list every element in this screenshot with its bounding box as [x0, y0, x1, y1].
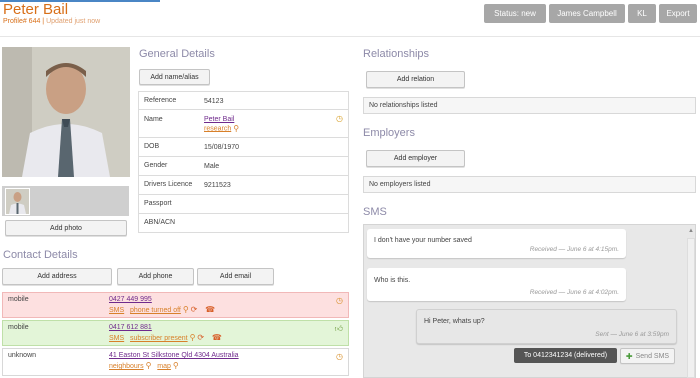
add-address-button[interactable]: Add address	[2, 268, 112, 285]
sms-link[interactable]: SMS	[109, 335, 124, 342]
person-name: Peter Bail	[3, 1, 69, 18]
passport-row: Passport	[138, 195, 349, 214]
assignee-button[interactable]: James Campbell	[549, 4, 625, 23]
general-details-heading: General Details	[139, 48, 215, 60]
contact-item-mobile-2: mobile 0417 612 881 SMS subscriber prese…	[2, 320, 349, 346]
contact-item-address: unknown 41 Easton St Silkstone Qld 4304 …	[2, 348, 349, 376]
updated-text: Updated just now	[46, 18, 101, 25]
neighbours-link[interactable]: neighbours	[109, 363, 144, 370]
add-relation-button[interactable]: Add relation	[366, 71, 465, 88]
scroll-track[interactable]	[687, 238, 695, 378]
address-link[interactable]: 41 Easton St Silkstone Qld 4304 Australi…	[109, 352, 239, 359]
employers-empty: No employers listed	[369, 181, 431, 188]
send-sms-button[interactable]: ✚ Send SMS	[620, 348, 675, 364]
relationships-panel: No relationships listed	[363, 97, 696, 114]
sms-scrollbar[interactable]: ▲	[687, 228, 695, 378]
reference-value: 54123	[204, 98, 224, 105]
contact-item-mobile-1: mobile 0427 449 995 SMS phone turned off…	[2, 292, 349, 318]
search-icon[interactable]: ⚲	[183, 305, 189, 315]
scroll-up-icon[interactable]: ▲	[688, 228, 694, 234]
phone-icon[interactable]: ☎	[205, 305, 215, 315]
phone-number-link[interactable]: 0417 612 881	[109, 324, 152, 331]
profile-id: Profile# 644	[3, 18, 41, 25]
sms-message-sent: Hi Peter, whats up? Sent — June 6 at 3:5…	[416, 309, 677, 344]
map-link[interactable]: map	[157, 363, 171, 370]
search-icon[interactable]: ⚲	[190, 333, 196, 343]
add-phone-button[interactable]: Add phone	[117, 268, 194, 285]
clock-icon[interactable]: ◷	[336, 114, 343, 123]
name-research-link[interactable]: research	[204, 125, 231, 132]
phone-icon[interactable]: ☎	[212, 333, 222, 343]
sms-link[interactable]: SMS	[109, 307, 124, 314]
phone-note-link[interactable]: subscriber present	[130, 335, 188, 342]
refresh-icon[interactable]: ⟳	[191, 305, 198, 315]
dob-value: 15/08/1970	[204, 144, 240, 151]
employers-heading: Employers	[363, 127, 415, 139]
contact-details-heading: Contact Details	[3, 249, 78, 261]
phone-number-link[interactable]: 0427 449 995	[109, 296, 152, 303]
sms-message-received: I don't have your number saved Received …	[367, 229, 626, 258]
send-icon: ✚	[625, 351, 633, 361]
add-employer-button[interactable]: Add employer	[366, 150, 465, 167]
sms-heading: SMS	[363, 206, 387, 218]
sms-message-received: Who is this. Received — June 6 at 4:02pm…	[367, 268, 626, 301]
relationships-heading: Relationships	[363, 48, 430, 60]
name-value-link[interactable]: Peter Bail	[204, 116, 234, 123]
export-button[interactable]: Export	[659, 4, 697, 23]
clock-icon[interactable]: ◷	[336, 296, 343, 305]
search-icon[interactable]: ⚲	[146, 361, 152, 371]
name-row: Name Peter Bail research ⚲ ◷	[138, 110, 349, 138]
gender-value: Male	[204, 163, 220, 170]
add-email-button[interactable]: Add email	[197, 268, 274, 285]
thumbs-up-icon[interactable]: 👍︎	[335, 324, 343, 334]
sms-recipient-status: To 0412341234 (delivered)	[514, 348, 617, 363]
phone-note-link[interactable]: phone turned off	[130, 307, 181, 314]
relationships-empty: No relationships listed	[369, 102, 438, 109]
add-name-alias-button[interactable]: Add name/alias	[139, 69, 210, 85]
clock-icon[interactable]: ◷	[336, 352, 343, 361]
header-divider	[0, 36, 700, 37]
dob-row: DOB 15/08/1970	[138, 138, 349, 157]
licence-value: 9211523	[204, 182, 231, 189]
employers-panel: No employers listed	[363, 176, 696, 193]
gender-row: Gender Male	[138, 157, 349, 176]
add-photo-button[interactable]: Add photo	[5, 220, 127, 236]
search-icon[interactable]: ⚲	[233, 124, 239, 133]
profile-meta: Profile# 644 | Updated just now	[3, 18, 101, 25]
initials-button[interactable]: KL	[628, 4, 656, 23]
reference-row: Reference 54123	[138, 91, 349, 110]
search-icon[interactable]: ⚲	[173, 361, 179, 371]
refresh-icon[interactable]: ⟳	[197, 333, 204, 343]
profile-photo	[2, 47, 130, 177]
general-details-table: Reference 54123 Name Peter Bail research…	[138, 91, 349, 235]
abn-row: ABN/ACN	[138, 214, 349, 233]
status-button[interactable]: Status: new	[484, 4, 546, 23]
photo-thumbnail[interactable]	[5, 188, 30, 215]
licence-row: Drivers Licence 9211523	[138, 176, 349, 195]
